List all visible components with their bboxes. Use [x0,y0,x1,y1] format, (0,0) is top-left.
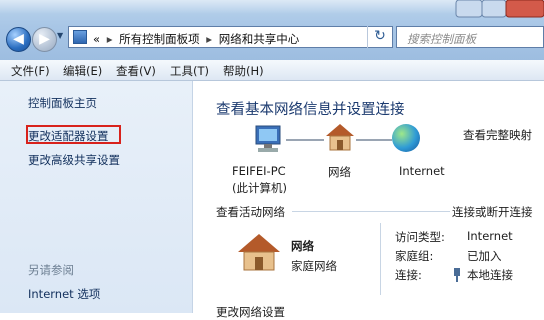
access-type-value: Internet [467,229,513,243]
control-panel-icon [73,30,87,44]
network-name: 网络 [291,239,314,253]
map-internet-label: Internet [399,164,445,178]
see-also-title: 另请参阅 [28,263,74,277]
network-adapter-icon [454,268,460,282]
back-button[interactable]: ◀ [6,27,31,52]
address-path: « ▸ 所有控制面板项 ▸ 网络和共享中心 [93,31,299,47]
refresh-icon[interactable]: ↻ [367,26,392,48]
forward-button[interactable]: ▶ [32,27,57,52]
view-full-map-link[interactable]: 查看完整映射 [463,127,532,143]
recent-pages-dropdown[interactable]: ▼ [57,31,63,40]
map-computer-label: FEIFEI-PC [232,164,286,178]
house-icon [238,234,280,271]
address-bar[interactable]: « ▸ 所有控制面板项 ▸ 网络和共享中心 [68,26,393,48]
breadcrumb-all-control-panel[interactable]: 所有控制面板项 [119,32,200,46]
link-internet-options[interactable]: Internet 选项 [28,286,100,302]
menu-tools[interactable]: 工具(T) [170,63,209,79]
left-task-pane [0,81,193,313]
maximize-button[interactable] [481,0,507,18]
map-connector [356,139,392,141]
menu-file[interactable]: 文件(F) [11,63,50,79]
close-button[interactable] [505,0,544,18]
menu-edit[interactable]: 编辑(E) [63,63,102,79]
map-connector [286,139,324,141]
breadcrumb-separator: ▸ [206,32,213,46]
search-box[interactable]: 搜索控制面板 [396,26,544,48]
connection-label: 连接: [395,268,422,282]
section-divider [292,211,450,212]
local-connection-link[interactable]: 本地连接 [467,267,513,283]
minimize-button[interactable] [455,0,483,18]
page-title: 查看基本网络信息并设置连接 [216,102,405,118]
menu-view[interactable]: 查看(V) [116,63,156,79]
change-settings-title: 更改网络设置 [216,305,285,319]
access-type-label: 访问类型: [395,230,445,244]
link-advanced-sharing[interactable]: 更改高级共享设置 [28,152,120,168]
homegroup-label: 家庭组: [395,249,434,263]
highlight-box [26,125,121,144]
network-type-link[interactable]: 家庭网络 [291,258,337,274]
internet-globe-icon [392,124,420,152]
address-overflow-chevron[interactable]: « [93,32,100,46]
search-placeholder: 搜索控制面板 [407,32,476,46]
house-icon [326,124,354,151]
breadcrumb-network-center[interactable]: 网络和共享中心 [219,32,300,46]
details-divider [380,223,381,295]
computer-icon [255,125,281,152]
window-buttons [455,0,544,18]
homegroup-value-link[interactable]: 已加入 [467,248,502,264]
map-network-label: 网络 [328,165,351,179]
active-networks-title: 查看活动网络 [216,205,285,219]
menu-help[interactable]: 帮助(H) [223,63,264,79]
map-computer-sublabel: (此计算机) [232,181,287,195]
breadcrumb-separator: ▸ [106,32,113,46]
link-control-panel-home[interactable]: 控制面板主页 [28,95,97,111]
connect-disconnect-link[interactable]: 连接或断开连接 [452,204,533,220]
